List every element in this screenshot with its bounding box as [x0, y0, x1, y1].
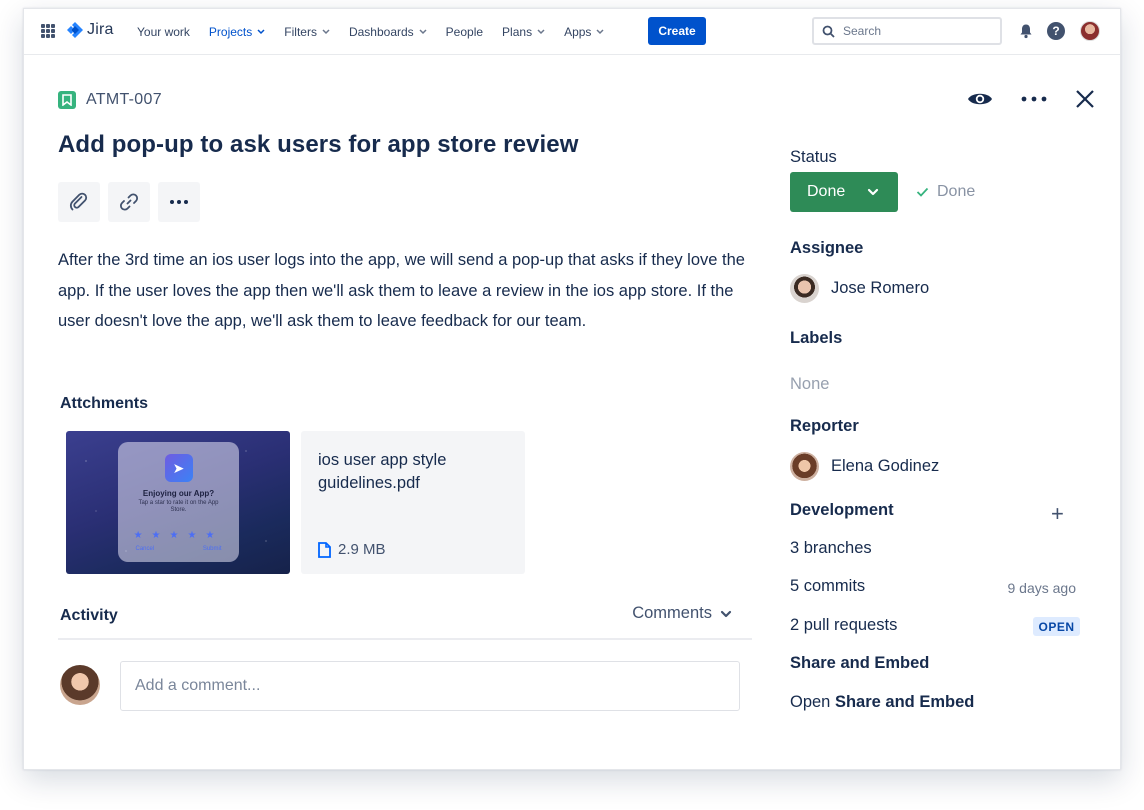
jira-logo-text: Jira — [87, 21, 114, 38]
pr-status-badge: OPEN — [1033, 617, 1080, 636]
nav-item-your-work[interactable]: Your work — [137, 25, 190, 39]
current-user-avatar — [60, 665, 100, 705]
share-open-prefix: Open — [790, 693, 831, 711]
labels-value[interactable]: None — [790, 375, 829, 394]
nav-item-label: Plans — [502, 25, 533, 39]
issue-key[interactable]: ATMT-007 — [86, 91, 162, 109]
top-navigation: Jira Your work Projects Filters Dashboards P… — [24, 9, 1120, 55]
nav-item-label: People — [445, 25, 484, 39]
nav-menu: Your work Projects Filters Dashboards People… — [137, 9, 623, 55]
status-label: Status — [790, 148, 837, 166]
issue-breadcrumb: ATMT-007 — [58, 91, 162, 109]
attachment-file-meta: 2.9 MB — [318, 541, 386, 558]
pull-requests-link[interactable]: 2 pull requests — [790, 616, 897, 635]
branches-link[interactable]: 3 branches — [790, 539, 872, 558]
jira-logo[interactable]: Jira — [66, 21, 114, 39]
more-toolbar-button[interactable] — [158, 182, 200, 222]
close-icon[interactable] — [1075, 89, 1095, 109]
attachments-heading: Attchments — [60, 395, 149, 412]
resolution-indicator: Done — [916, 183, 975, 201]
assignee-name: Jose Romero — [831, 279, 930, 297]
attachment-file-card[interactable]: ios user app style guidelines.pdf 2.9 MB — [301, 431, 525, 574]
dialog-cancel: Cancel — [135, 546, 155, 552]
attach-button[interactable] — [58, 182, 100, 222]
profile-avatar[interactable] — [1080, 21, 1100, 41]
nav-item-label: Projects — [208, 25, 253, 39]
status-value: Done — [807, 183, 846, 200]
nav-item-filters[interactable]: Filters — [284, 25, 330, 39]
chevron-down-icon — [868, 188, 879, 196]
search-icon — [822, 25, 835, 38]
nav-item-label: Filters — [284, 25, 317, 39]
assignee-label: Assignee — [790, 239, 864, 257]
attachment-file-size: 2.9 MB — [338, 541, 386, 558]
open-share-embed-link[interactable]: Open Share and Embed — [790, 693, 974, 712]
jira-logo-icon — [67, 22, 83, 38]
chevron-down-icon — [720, 610, 732, 617]
search-input[interactable]: Search — [812, 17, 1002, 45]
resolution-text: Done — [937, 183, 976, 200]
reporter-name: Elena Godinez — [831, 457, 940, 475]
commits-time: 9 days ago — [1007, 580, 1077, 596]
nav-item-label: Apps — [564, 25, 592, 39]
rocket-icon: ➤ — [164, 454, 193, 482]
story-icon — [58, 91, 76, 109]
app-switcher-icon[interactable] — [41, 24, 55, 38]
checkmark-icon — [916, 187, 929, 197]
attachment-file-name: ios user app style guidelines.pdf — [318, 451, 447, 492]
nav-item-projects[interactable]: Projects — [209, 25, 265, 39]
reporter-avatar — [790, 452, 819, 481]
star-rating-icon: ★★★★★ — [133, 530, 224, 541]
issue-title[interactable]: Add pop-up to ask users for app store re… — [58, 131, 579, 159]
labels-label: Labels — [790, 329, 843, 347]
activity-header: Activity Comments — [58, 604, 752, 640]
activity-heading: Activity — [60, 607, 118, 624]
chevron-down-icon — [596, 28, 604, 37]
chevron-down-icon — [257, 28, 265, 37]
app-rating-dialog-preview: ➤ Enjoying our App? Tap a star to rate i… — [118, 442, 239, 562]
nav-item-apps[interactable]: Apps — [564, 25, 604, 39]
assignee-avatar — [790, 274, 819, 303]
ellipsis-icon — [170, 200, 188, 204]
help-icon[interactable]: ? — [1046, 21, 1066, 41]
share-embed-heading: Share and Embed — [790, 654, 930, 672]
reporter-label: Reporter — [790, 417, 859, 435]
activity-filter-dropdown[interactable]: Comments — [632, 604, 732, 623]
nav-item-label: Your work — [137, 25, 190, 39]
issue-actions — [967, 89, 1095, 109]
issue-description[interactable]: After the 3rd time an ios user logs into… — [58, 245, 748, 337]
chevron-down-icon — [322, 28, 330, 37]
add-development-plus-icon[interactable]: + — [1051, 501, 1064, 527]
attachment-image-thumbnail[interactable]: ➤ Enjoying our App? Tap a star to rate i… — [66, 431, 290, 574]
search-placeholder: Search — [843, 24, 882, 38]
issue-toolbar — [58, 182, 200, 222]
nav-item-people[interactable]: People — [446, 25, 483, 39]
create-button[interactable]: Create — [648, 17, 706, 45]
notifications-icon[interactable] — [1016, 21, 1036, 41]
document-icon — [318, 541, 331, 558]
nav-item-plans[interactable]: Plans — [502, 25, 545, 39]
chevron-down-icon — [419, 28, 427, 37]
nav-item-dashboards[interactable]: Dashboards — [349, 25, 427, 39]
chevron-down-icon — [537, 28, 545, 37]
issue-window: Jira Your work Projects Filters Dashboards P… — [23, 8, 1121, 770]
link-button[interactable] — [108, 182, 150, 222]
nav-item-label: Dashboards — [348, 25, 414, 39]
watch-eye-icon[interactable] — [967, 90, 993, 108]
development-label: Development — [790, 501, 894, 519]
dialog-submit: Submit — [202, 546, 222, 552]
assignee-field[interactable]: Jose Romero — [790, 274, 929, 303]
share-open-strong: Share and Embed — [834, 693, 975, 711]
reporter-field[interactable]: Elena Godinez — [790, 452, 939, 481]
dialog-title: Enjoying our App? — [142, 489, 215, 498]
more-actions-icon[interactable] — [1021, 96, 1047, 102]
commits-link[interactable]: 5 commits — [790, 577, 865, 596]
dialog-subtitle: Tap a star to rate it on the App Store. — [138, 500, 219, 513]
link-icon — [119, 193, 139, 211]
paperclip-icon — [69, 192, 88, 211]
activity-filter-label: Comments — [632, 604, 712, 622]
status-dropdown[interactable]: Done — [790, 172, 898, 212]
comment-input[interactable]: Add a comment... — [120, 661, 740, 711]
